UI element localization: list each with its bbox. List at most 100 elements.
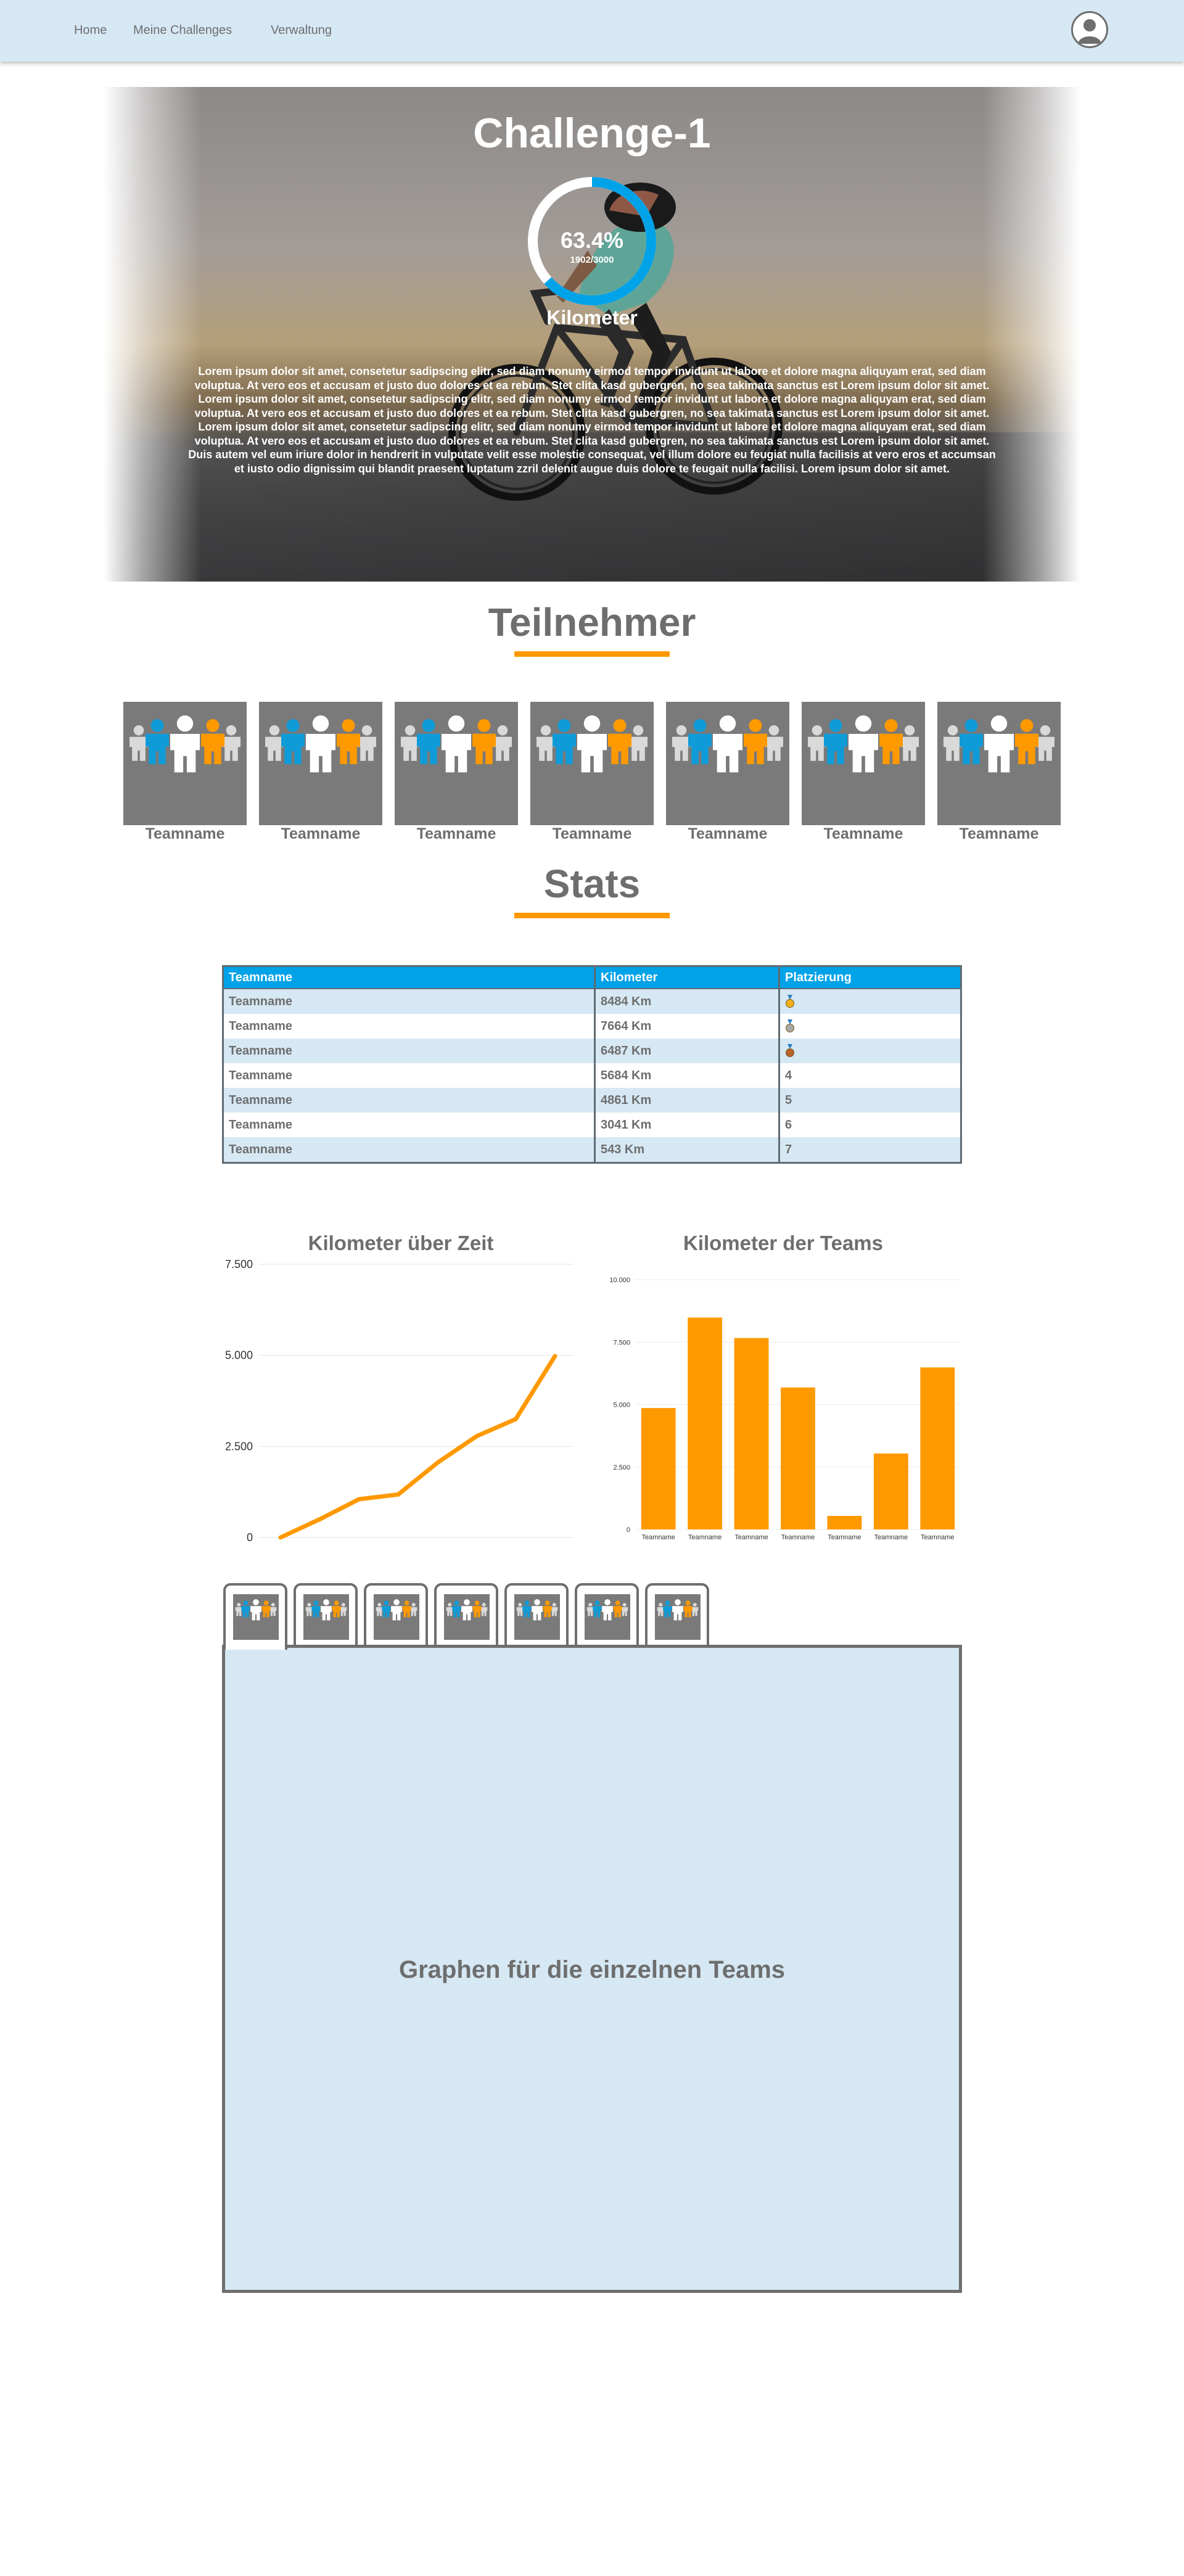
- team-group-icon: [666, 702, 789, 825]
- nav-link-home[interactable]: Home: [74, 23, 107, 38]
- cell-placement: 7: [779, 1137, 962, 1163]
- team-card[interactable]: Teamname: [802, 702, 925, 844]
- y-tick-label: 2.500: [225, 1440, 253, 1452]
- cell-teamname: Teamname: [223, 1137, 596, 1163]
- team-tab[interactable]: [504, 1583, 569, 1645]
- stats-header-row: Teamname Kilometer Platzierung: [223, 966, 962, 989]
- cell-teamname: Teamname: [223, 1039, 596, 1063]
- team-tab[interactable]: [223, 1583, 287, 1650]
- team-group-icon: [802, 702, 925, 825]
- progress-unit: Kilometer: [546, 307, 638, 329]
- bar: [734, 1338, 769, 1529]
- silver-medal-icon: [786, 1019, 794, 1033]
- bar: [827, 1516, 862, 1529]
- cell-teamname: Teamname: [223, 1113, 596, 1137]
- team-group-icon: [395, 702, 518, 825]
- cell-kilometer: 8484 Km: [594, 989, 780, 1014]
- team-tab[interactable]: [575, 1583, 639, 1645]
- y-tick-label: 7.500: [613, 1339, 630, 1346]
- team-tab[interactable]: [645, 1583, 709, 1645]
- team-graph-placeholder: Graphen für die einzelnen Teams: [398, 1956, 786, 1983]
- team-tab[interactable]: [434, 1583, 498, 1645]
- bronze-medal-icon: [786, 1044, 794, 1058]
- bar: [781, 1387, 815, 1529]
- table-row: Teamname 5684 Km 4: [223, 1063, 962, 1088]
- team-tab[interactable]: [294, 1583, 358, 1645]
- participants-underline: [514, 651, 670, 657]
- stats-table: Teamname Kilometer Platzierung Teamname …: [222, 965, 962, 1164]
- cell-placement: 4: [779, 1063, 962, 1088]
- column-header-teamname[interactable]: Teamname: [223, 966, 596, 989]
- table-row: Teamname 543 Km 7: [223, 1137, 962, 1163]
- nav-link-verwaltung[interactable]: Verwaltung: [271, 23, 332, 38]
- challenge-hero: Challenge-1 63.4% 1902/3000 Kilometer Lo…: [104, 87, 1080, 582]
- cell-placement: [779, 1039, 962, 1063]
- team-card[interactable]: Teamname: [395, 702, 518, 844]
- bar-chart: 0 2.500 5.000 7.500 10.000 Teamname Teamname Te…: [609, 1277, 961, 1541]
- progress-percent: 63.4%: [560, 228, 624, 253]
- x-tick-label: Teamname: [874, 1534, 908, 1541]
- hero-edge-fade: [104, 87, 1080, 582]
- bar: [641, 1408, 676, 1529]
- series-line: [278, 1354, 557, 1540]
- team-card[interactable]: Teamname: [666, 702, 789, 844]
- team-name: Teamname: [416, 825, 496, 842]
- cell-teamname: Teamname: [223, 989, 596, 1014]
- cell-kilometer: 4861 Km: [594, 1088, 780, 1113]
- team-card[interactable]: Teamname: [530, 702, 654, 844]
- team-group-icon: [937, 702, 1061, 825]
- placement-value: 5: [785, 1093, 792, 1107]
- team-tab[interactable]: [364, 1583, 428, 1645]
- challenge-description: Lorem ipsum dolor sit amet, consetetur s…: [184, 364, 1000, 475]
- team-group-icon: [530, 702, 654, 825]
- nav-link-meine-challenges[interactable]: Meine Challenges: [133, 23, 232, 38]
- cell-placement: 5: [779, 1088, 962, 1113]
- x-tick-label: Teamname: [781, 1534, 815, 1541]
- user-avatar-icon[interactable]: [1071, 11, 1108, 48]
- team-group-icon: [585, 1594, 630, 1640]
- challenge-title: Challenge-1: [473, 110, 711, 157]
- description-paragraph-1: Lorem ipsum dolor sit amet, consetetur s…: [194, 365, 990, 447]
- team-graph-panel: Graphen für die einzelnen Teams: [222, 1645, 962, 2293]
- cell-teamname: Teamname: [223, 1088, 596, 1113]
- column-header-platzierung[interactable]: Platzierung: [779, 966, 962, 989]
- table-row: Teamname 8484 Km: [223, 989, 962, 1014]
- team-group-icon: [303, 1594, 349, 1640]
- description-paragraph-2: Duis autem vel eum iriure dolor in hendr…: [188, 448, 996, 475]
- x-tick-label: Teamname: [828, 1534, 861, 1541]
- participants-title: Teilnehmer: [488, 600, 696, 644]
- table-row: Teamname 3041 Km 6: [223, 1113, 962, 1137]
- table-row: Teamname 6487 Km: [223, 1039, 962, 1063]
- y-tick-label: 0: [627, 1526, 630, 1534]
- stats-title: Stats: [543, 862, 641, 906]
- y-tick-label: 2.500: [613, 1464, 630, 1471]
- team-group-icon: [444, 1594, 490, 1640]
- cell-placement: [779, 1014, 962, 1039]
- cell-placement: 6: [779, 1113, 962, 1137]
- team-group-icon: [374, 1594, 419, 1640]
- gold-medal-icon: [786, 995, 794, 1008]
- x-tick-label: Teamname: [642, 1534, 675, 1541]
- cell-kilometer: 6487 Km: [594, 1039, 780, 1063]
- placement-value: 4: [785, 1068, 792, 1082]
- team-card[interactable]: Teamname: [937, 702, 1061, 844]
- team-name: Teamname: [281, 825, 361, 842]
- table-row: Teamname 4861 Km 5: [223, 1088, 962, 1113]
- y-tick-label: 0: [247, 1531, 253, 1544]
- bar: [920, 1367, 955, 1529]
- team-name: Teamname: [552, 825, 632, 842]
- column-header-kilometer[interactable]: Kilometer: [594, 966, 780, 989]
- x-tick-label: Teamname: [688, 1534, 722, 1541]
- stats-underline: [514, 913, 670, 918]
- progress-count: 1902/3000: [570, 255, 614, 265]
- y-tick-label: 5.000: [225, 1349, 253, 1362]
- table-row: Teamname 7664 Km: [223, 1014, 962, 1039]
- team-card[interactable]: Teamname: [259, 702, 382, 844]
- line-chart: 0 2.500 5.000 7.500: [225, 1258, 574, 1544]
- line-chart-title: Kilometer über Zeit: [308, 1232, 494, 1254]
- team-group-icon: [514, 1594, 560, 1640]
- cell-teamname: Teamname: [223, 1014, 596, 1039]
- bar-chart-title: Kilometer der Teams: [683, 1232, 883, 1254]
- y-tick-label: 7.500: [225, 1258, 253, 1270]
- team-card[interactable]: Teamname: [123, 702, 247, 844]
